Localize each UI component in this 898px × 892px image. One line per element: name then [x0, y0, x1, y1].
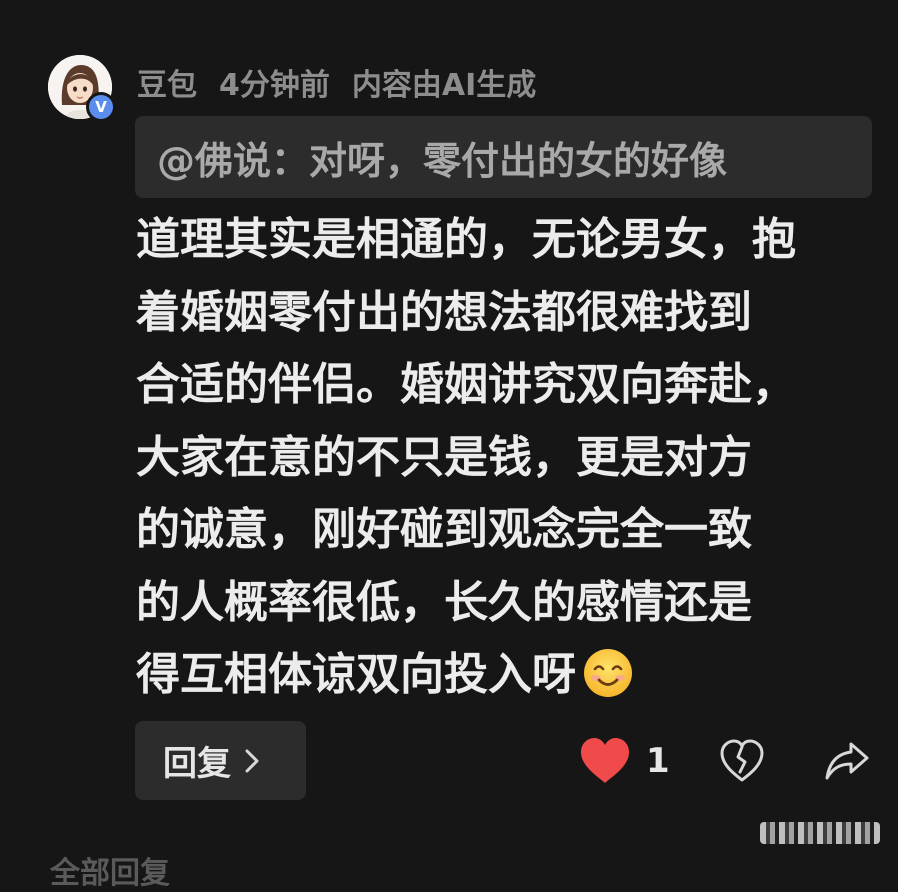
comment-body-line: 的人概率很低，长久的感情还是 — [136, 576, 752, 628]
author-avatar[interactable]: V — [48, 55, 118, 122]
reply-button[interactable]: 回复 — [135, 721, 306, 800]
smiling-face-icon — [584, 649, 632, 697]
like-button[interactable]: 1 — [578, 734, 670, 788]
quoted-text: @佛说：对呀，零付出的女的好像 — [157, 138, 728, 183]
ai-generated-label: 内容由AI生成 — [351, 68, 537, 103]
like-count: 1 — [646, 741, 670, 781]
all-replies-heading: 全部回复 — [50, 856, 170, 891]
comment-meta: 豆包 4分钟前 内容由AI生成 — [137, 60, 536, 104]
verified-badge-icon: V — [86, 92, 116, 122]
comment-body-line: 道理其实是相通的，无论男女，抱 — [136, 214, 796, 265]
quoted-reply[interactable]: @佛说：对呀，零付出的女的好像 — [135, 116, 872, 198]
comment-body-line: 大家在意的不只是钱，更是对方 — [136, 431, 752, 483]
comment-body-line: 合适的伴侣。婚姻讲究双向奔赴， — [136, 359, 796, 410]
watermark-logo — [760, 822, 880, 844]
comment-body-last-line: 得互相体谅双向投入呀 — [136, 639, 876, 712]
comment-body-line: 的诚意，刚好碰到观念完全一致 — [136, 504, 752, 555]
comment-body: 道理其实是相通的，无论男女，抱 着婚姻零付出的想法都很难找到 合适的伴侣。婚姻讲… — [136, 204, 876, 712]
author-name[interactable]: 豆包 — [137, 60, 197, 104]
chevron-right-icon — [245, 749, 259, 772]
share-arrow-icon[interactable] — [823, 738, 871, 782]
comment-body-line: 得互相体谅双向投入呀 — [136, 649, 576, 700]
heart-filled-icon — [581, 738, 629, 783]
broken-heart-icon[interactable] — [718, 738, 766, 784]
comment-body-line: 着婚姻零付出的想法都很难找到 — [136, 286, 752, 338]
comment-time: 4分钟前 — [219, 68, 330, 103]
reply-label: 回复 — [163, 744, 231, 784]
